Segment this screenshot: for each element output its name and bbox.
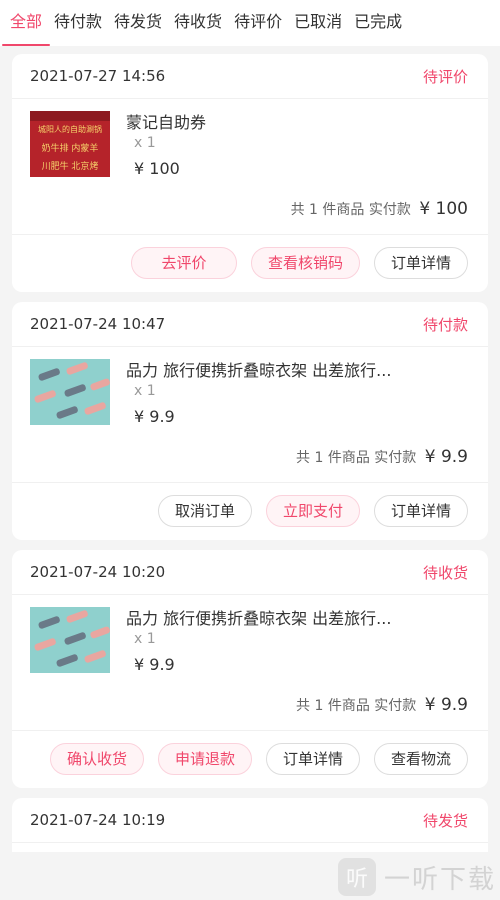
track-shipment-button[interactable]: 查看物流: [373, 742, 468, 775]
watermark: 听 一听下载: [337, 858, 496, 896]
order-item[interactable]: 品力 旅行便携折叠晾衣架 出差旅行... x 1 ¥ 9.9: [12, 595, 488, 695]
confirm-receipt-button[interactable]: 确认收货: [49, 742, 144, 775]
product-title: 蒙记自助券: [126, 113, 207, 132]
tab-pending-review[interactable]: 待评价: [234, 0, 282, 46]
order-header: 2021-07-27 14:56 待评价: [12, 54, 488, 99]
order-status: 待评价: [422, 67, 468, 86]
tab-pending-receipt[interactable]: 待收货: [174, 0, 222, 46]
summary-text: 共 1 件商品 实付款: [296, 698, 417, 714]
product-thumbnail: [30, 359, 110, 425]
order-status: 待发货: [422, 811, 468, 830]
product-thumbnail: [30, 607, 110, 673]
order-header: 2021-07-24 10:19 待发货: [12, 798, 488, 843]
product-price: ¥ 9.9: [134, 407, 175, 426]
order-actions: 取消订单 立即支付 订单详情: [12, 483, 488, 538]
order-details-button[interactable]: 订单详情: [373, 246, 468, 279]
thumb-text-3: 川肥牛 北京烤: [42, 160, 99, 172]
summary-total: ¥ 100: [419, 199, 468, 219]
order-details-button[interactable]: 订单详情: [265, 742, 360, 775]
review-button[interactable]: 去评价: [130, 246, 237, 279]
thumb-text-2: 奶牛排 内蒙羊: [42, 142, 99, 154]
order-card[interactable]: 2021-07-24 10:47 待付款 品力 旅行便携折叠晾衣架 出差旅行..…: [12, 302, 488, 540]
order-tabs: 全部 待付款 待发货 待收货 待评价 已取消 已完成: [0, 0, 500, 46]
order-header: 2021-07-24 10:47 待付款: [12, 302, 488, 347]
watermark-logo-icon: 听: [337, 858, 376, 896]
summary-text: 共 1 件商品 实付款: [290, 202, 411, 218]
product-title: 品力 旅行便携折叠晾衣架 出差旅行...: [126, 609, 392, 628]
summary-total: ¥ 9.9: [424, 695, 468, 715]
tab-all[interactable]: 全部: [1, 0, 51, 46]
pay-now-button[interactable]: 立即支付: [265, 494, 360, 527]
order-header: 2021-07-24 10:20 待收货: [12, 550, 488, 595]
order-time: 2021-07-27 14:56: [30, 67, 166, 85]
product-qty: x 1: [134, 135, 156, 151]
order-actions: 去评价 查看核销码 订单详情: [12, 235, 488, 290]
tab-pending-shipment[interactable]: 待发货: [114, 0, 162, 46]
cancel-order-button[interactable]: 取消订单: [157, 494, 252, 527]
request-refund-button[interactable]: 申请退款: [157, 742, 252, 775]
order-summary: 共 1 件商品 实付款 ¥ 9.9: [12, 447, 488, 483]
summary-text: 共 1 件商品 实付款: [296, 450, 417, 466]
product-price: ¥ 100: [134, 159, 180, 178]
tab-completed[interactable]: 已完成: [354, 0, 402, 46]
product-qty: x 1: [134, 383, 156, 399]
thumb-text-1: 城阳人的自助涮锅: [38, 124, 102, 134]
order-details-button[interactable]: 订单详情: [373, 494, 468, 527]
order-status: 待收货: [422, 563, 468, 582]
product-price: ¥ 9.9: [134, 655, 175, 674]
order-item[interactable]: 品力 旅行便携折叠晾衣架 出差旅行... x 1 ¥ 9.9: [12, 347, 488, 447]
order-summary: 共 1 件商品 实付款 ¥ 9.9: [12, 695, 488, 731]
order-card[interactable]: 2021-07-24 10:20 待收货 品力 旅行便携折叠晾衣架 出差旅行..…: [12, 550, 488, 788]
order-time: 2021-07-24 10:20: [30, 563, 166, 581]
order-card[interactable]: 2021-07-24 10:19 待发货: [12, 798, 488, 852]
watermark-text: 一听下载: [383, 864, 496, 895]
order-time: 2021-07-24 10:47: [30, 315, 166, 333]
view-redeem-code-button[interactable]: 查看核销码: [250, 246, 360, 279]
order-time: 2021-07-24 10:19: [30, 811, 166, 829]
order-status: 待付款: [422, 315, 468, 334]
order-summary: 共 1 件商品 实付款 ¥ 100: [12, 199, 488, 235]
product-qty: x 1: [134, 631, 156, 647]
order-card[interactable]: 2021-07-27 14:56 待评价 城阳人的自助涮锅 奶牛排 内蒙羊 川肥…: [12, 54, 488, 292]
summary-total: ¥ 9.9: [424, 447, 468, 467]
tab-pending-payment[interactable]: 待付款: [54, 0, 102, 46]
order-item[interactable]: 城阳人的自助涮锅 奶牛排 内蒙羊 川肥牛 北京烤 蒙记自助券 x 1 ¥ 100: [12, 99, 488, 199]
order-actions: 确认收货 申请退款 订单详情 查看物流: [12, 731, 488, 786]
product-title: 品力 旅行便携折叠晾衣架 出差旅行...: [126, 361, 392, 380]
product-thumbnail: 城阳人的自助涮锅 奶牛排 内蒙羊 川肥牛 北京烤: [30, 111, 110, 177]
tab-cancelled[interactable]: 已取消: [294, 0, 342, 46]
